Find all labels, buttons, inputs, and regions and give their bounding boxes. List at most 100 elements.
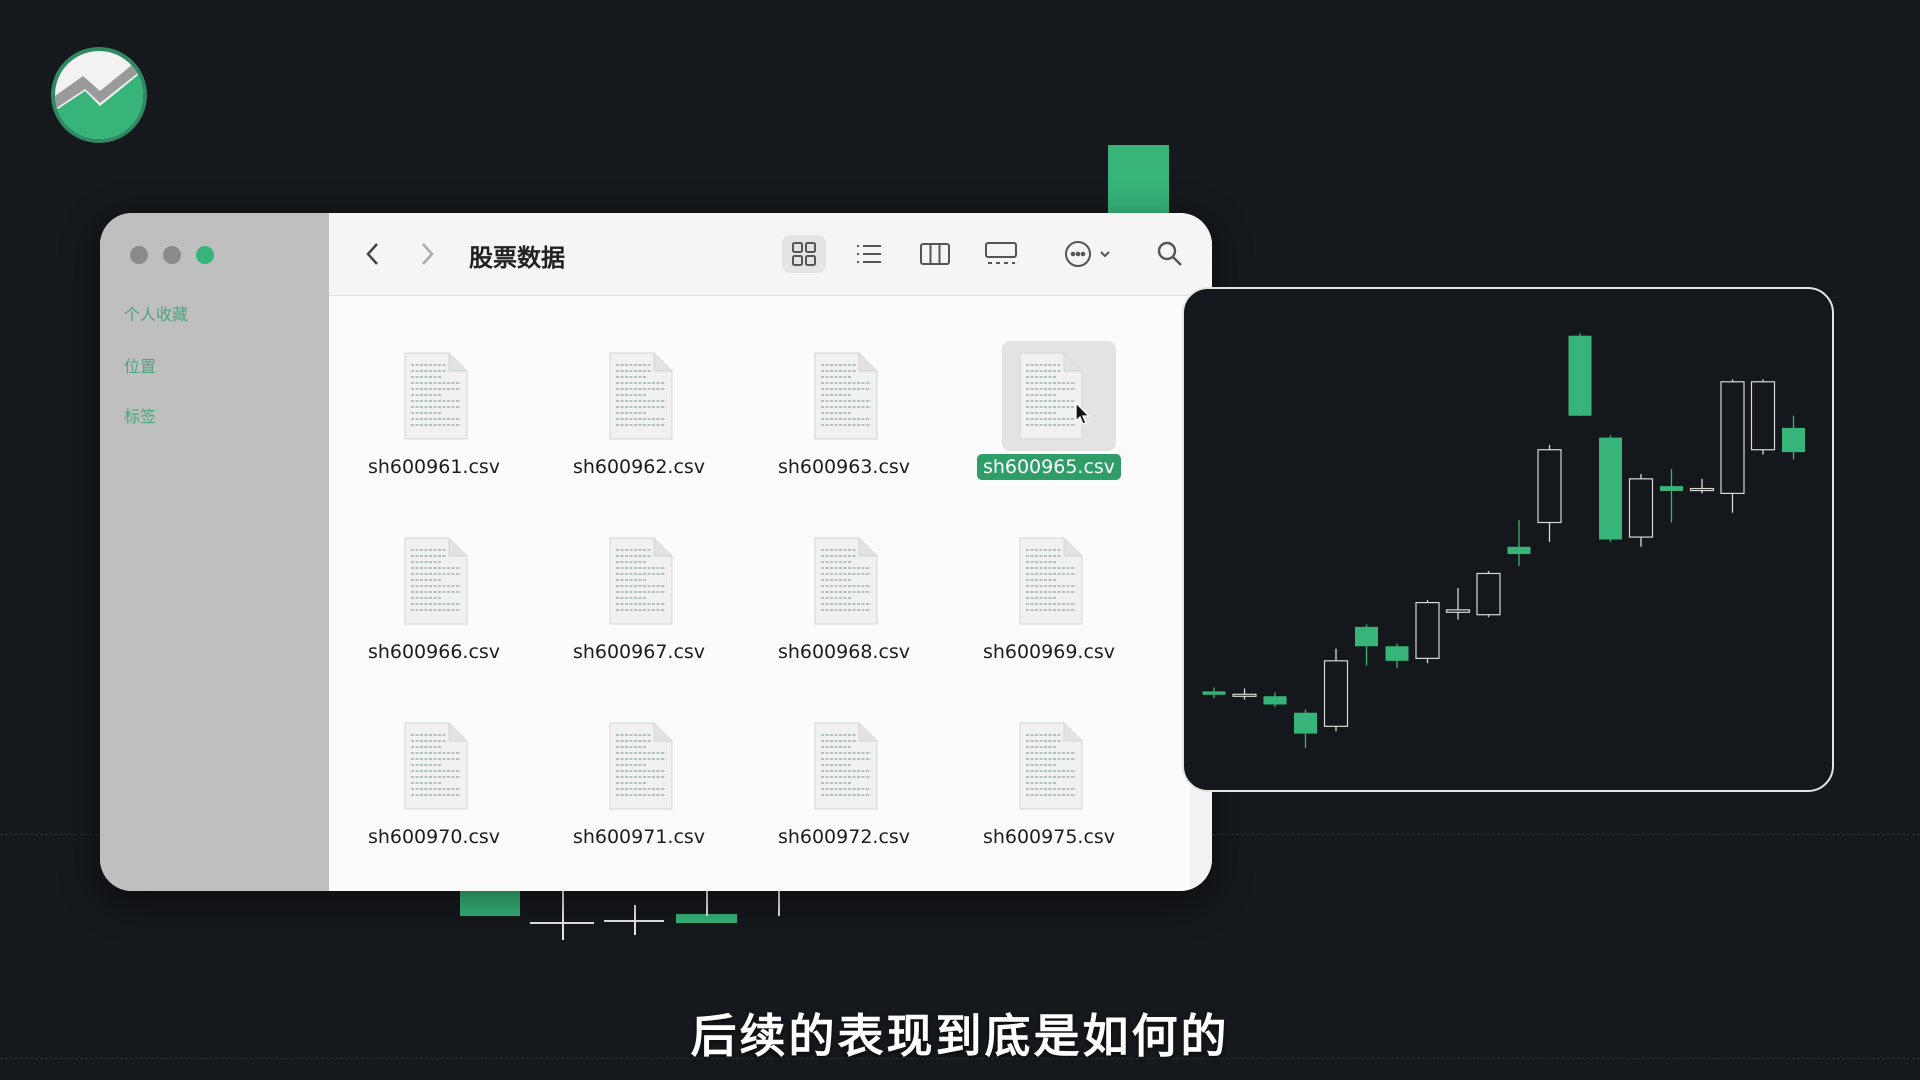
file-item[interactable]: sh600963.csv <box>759 351 929 521</box>
candle-body <box>1355 626 1378 647</box>
candle <box>1202 687 1226 699</box>
file-item[interactable]: sh600959.csv <box>759 296 929 336</box>
candle-body <box>1507 546 1531 555</box>
file-grid: sh600956.csv sh600958.csv sh600959.csv sh60… <box>329 296 1212 891</box>
candle <box>1628 473 1654 547</box>
candle <box>1294 709 1317 749</box>
file-item[interactable]: sh600956.csv <box>349 296 519 336</box>
candle-body <box>1385 646 1409 661</box>
candle-body <box>1476 572 1501 616</box>
decor-candle <box>1108 145 1169 215</box>
candle-body <box>1689 487 1715 492</box>
document-icon <box>814 722 878 810</box>
candle-body <box>1323 660 1349 727</box>
candle <box>1507 520 1531 567</box>
document-icon <box>609 722 673 810</box>
minimize-button[interactable] <box>163 246 181 264</box>
column-view-icon[interactable] <box>913 235 957 273</box>
sidebar-item-locations[interactable]: 位置 <box>124 353 156 377</box>
file-item[interactable]: sh600968.csv <box>759 536 929 706</box>
candle <box>1568 333 1592 416</box>
document-icon <box>814 537 878 625</box>
file-name: sh600961.csv <box>367 456 501 478</box>
file-item[interactable]: sh600975.csv <box>964 721 1134 891</box>
chevron-right-icon[interactable] <box>415 239 439 269</box>
candle-body <box>1415 601 1440 659</box>
candle-body <box>1628 478 1654 538</box>
candle <box>1415 600 1440 664</box>
candle-body <box>1294 712 1317 734</box>
decor-candle <box>634 905 636 935</box>
candle <box>1599 435 1622 542</box>
file-name: sh600970.csv <box>367 826 501 848</box>
document-icon <box>814 352 878 440</box>
gallery-view-icon[interactable] <box>979 235 1023 273</box>
candle <box>1232 688 1257 700</box>
document-icon <box>609 537 673 625</box>
search-icon[interactable] <box>1152 235 1188 273</box>
file-name: sh600972.csv <box>777 826 911 848</box>
candle <box>1537 444 1562 542</box>
file-name: sh600971.csv <box>572 826 706 848</box>
file-item[interactable]: sh600972.csv <box>759 721 929 891</box>
mouse-cursor-icon <box>1075 401 1091 425</box>
close-button[interactable] <box>130 246 148 264</box>
document-icon <box>1019 352 1083 440</box>
list-view-icon[interactable] <box>847 235 891 273</box>
candle-body <box>1445 609 1471 613</box>
candle <box>1750 379 1776 455</box>
file-item[interactable]: sh600971.csv <box>554 721 724 891</box>
file-item[interactable]: sh600970.csv <box>349 721 519 891</box>
chevron-left-icon[interactable] <box>361 239 385 269</box>
decor-candle <box>706 890 708 916</box>
candle <box>1355 624 1378 666</box>
candle <box>1445 588 1471 620</box>
decor-candle <box>778 890 780 916</box>
file-name: sh600967.csv <box>572 641 706 663</box>
candle-body <box>1263 696 1287 705</box>
file-item[interactable]: sh600962.csv <box>554 351 724 521</box>
grid-view-icon[interactable] <box>782 235 826 273</box>
candle <box>1476 571 1501 618</box>
file-name: sh600969.csv <box>982 641 1116 663</box>
zoom-button[interactable] <box>196 246 214 264</box>
candlestick-chart <box>1202 333 1805 749</box>
sidebar-item-favorites[interactable]: 个人收藏 <box>124 301 188 325</box>
candle-body <box>1720 381 1745 495</box>
file-item[interactable]: sh600965.csv <box>964 341 1134 521</box>
file-item[interactable]: sh600969.csv <box>964 536 1134 706</box>
finder-window: 个人收藏 位置 标签 股票数据 sh600961.csv sh600962.cs… <box>100 213 1212 891</box>
candle-body <box>1537 449 1562 524</box>
document-icon <box>404 352 468 440</box>
toolbar: 股票数据 <box>329 213 1212 296</box>
file-name: sh600966.csv <box>367 641 501 663</box>
file-item[interactable]: sh600966.csv <box>349 536 519 706</box>
channel-logo <box>51 47 147 143</box>
candle-body <box>1599 437 1622 540</box>
document-icon <box>1019 722 1083 810</box>
file-name: sh600975.csv <box>982 826 1116 848</box>
candle-body <box>1660 486 1683 491</box>
document-icon <box>404 722 468 810</box>
decor-candle <box>562 890 564 940</box>
file-item[interactable]: sh600960.csv <box>964 296 1134 336</box>
video-frame: 个人收藏 位置 标签 股票数据 sh600961.csv sh600962.cs… <box>0 0 1920 1080</box>
ellipsis-circle-icon[interactable] <box>1064 235 1116 273</box>
sidebar: 个人收藏 位置 标签 <box>100 213 329 891</box>
file-item[interactable]: sh600967.csv <box>554 536 724 706</box>
document-icon <box>609 352 673 440</box>
window-title: 股票数据 <box>469 244 565 272</box>
candle-body <box>1568 335 1592 416</box>
sidebar-item-tags[interactable]: 标签 <box>124 403 156 427</box>
document-icon <box>404 537 468 625</box>
subtitle-caption: 后续的表现到底是如何的 <box>690 1009 1230 1063</box>
candle <box>1323 648 1349 732</box>
document-icon <box>1019 537 1083 625</box>
file-item[interactable]: sh600958.csv <box>554 296 724 336</box>
candle <box>1660 469 1683 523</box>
file-item[interactable]: sh600961.csv <box>349 351 519 521</box>
file-name: sh600965.csv <box>964 454 1134 480</box>
file-name: sh600963.csv <box>777 456 911 478</box>
candle-body <box>1750 381 1776 451</box>
file-name: sh600962.csv <box>572 456 706 478</box>
